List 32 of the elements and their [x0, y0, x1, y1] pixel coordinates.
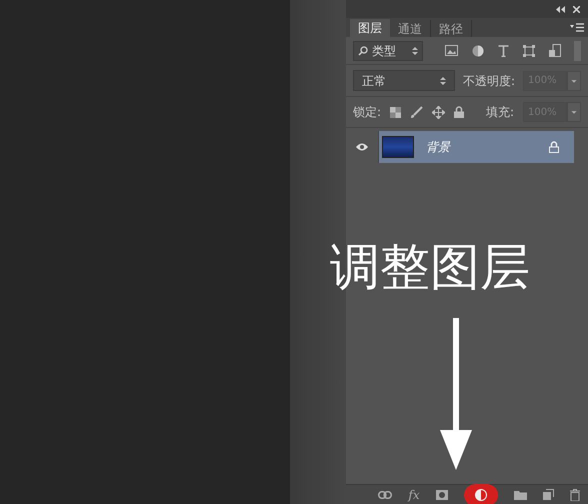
layer-row[interactable]: 背景 — [379, 131, 574, 163]
mask-icon[interactable] — [436, 490, 448, 500]
collapse-icon[interactable] — [556, 6, 565, 12]
transform-icon[interactable] — [523, 44, 535, 56]
adjustment-icon[interactable] — [474, 488, 487, 500]
panel-tab[interactable]: 图层 — [350, 19, 390, 37]
circle-icon[interactable] — [472, 44, 484, 56]
trash-icon[interactable] — [570, 488, 580, 500]
move-icon[interactable] — [432, 106, 446, 118]
panel-menu-icon[interactable] — [570, 23, 584, 32]
image-icon[interactable] — [445, 45, 458, 56]
link-icon[interactable] — [378, 490, 392, 498]
stepper-icon — [412, 46, 418, 56]
checkerboard-icon[interactable] — [390, 106, 402, 118]
layer-thumbnail — [382, 136, 414, 158]
opacity-label: 不透明度: — [462, 72, 515, 90]
smart-object-icon[interactable] — [549, 44, 561, 57]
effects-button[interactable]: fx — [408, 488, 420, 500]
text-icon[interactable] — [498, 44, 509, 56]
search-icon — [358, 46, 368, 56]
brush-icon[interactable] — [410, 106, 424, 118]
fill-label: 填充: — [486, 104, 514, 121]
stepper-icon — [440, 76, 446, 86]
lock-icon[interactable] — [454, 106, 464, 118]
folder-icon[interactable] — [514, 490, 527, 500]
lock-label: 锁定: — [353, 104, 382, 121]
blend-mode-dropdown[interactable]: 正常 — [353, 70, 455, 91]
annotation-text: 调整图层 — [330, 242, 530, 292]
new-layer-icon[interactable] — [542, 489, 554, 500]
eye-icon[interactable] — [356, 143, 368, 151]
close-icon[interactable] — [573, 6, 580, 12]
filter-dropdown[interactable]: 类型 — [353, 40, 423, 60]
